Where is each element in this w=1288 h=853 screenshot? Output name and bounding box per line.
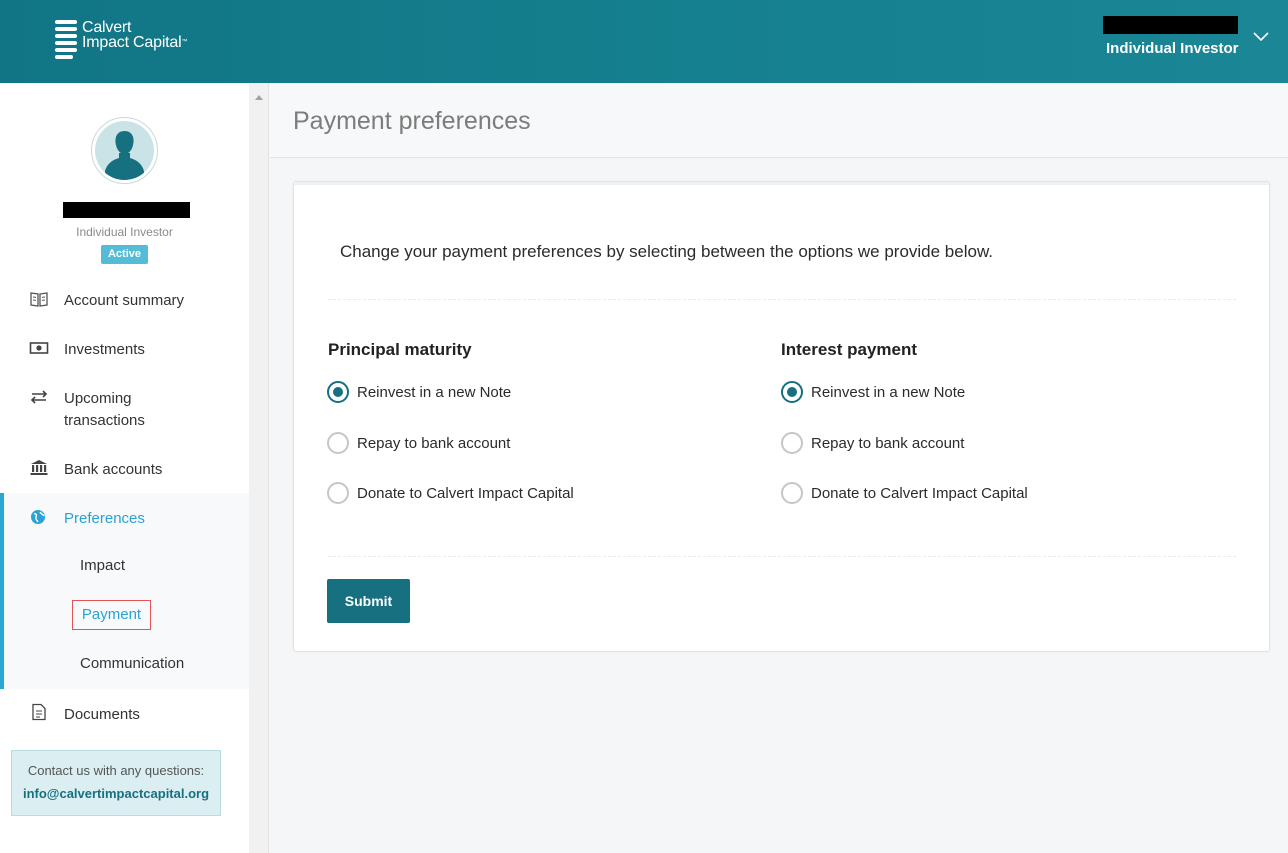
sidebar-item-label-line2: transactions	[64, 412, 145, 429]
divider	[328, 299, 1236, 300]
submit-button[interactable]: Submit	[327, 579, 410, 623]
payment-preferences-card: Change your payment preferences by selec…	[293, 181, 1270, 652]
bank-icon	[30, 460, 48, 475]
transfer-arrows-icon	[30, 390, 48, 404]
logo-text: Calvert Impact Capital™	[82, 19, 188, 51]
sidebar: Individual Investor Active Account summa…	[0, 83, 249, 853]
redacted-profile-name	[63, 202, 190, 218]
radio-label: Repay to bank account	[357, 434, 511, 452]
interest-option-donate[interactable]: Donate to Calvert Impact Capital	[781, 482, 1028, 504]
sidebar-scrollbar[interactable]	[249, 83, 269, 853]
radio-button[interactable]	[327, 482, 349, 504]
avatar	[91, 117, 158, 184]
sidebar-item-label: Account summary	[64, 292, 185, 309]
principal-option-reinvest[interactable]: Reinvest in a new Note	[327, 381, 511, 403]
radio-button[interactable]	[781, 381, 803, 403]
document-icon	[32, 703, 46, 721]
radio-label: Reinvest in a new Note	[357, 383, 512, 401]
divider	[328, 556, 1236, 557]
radio-label: Donate to Calvert Impact Capital	[811, 484, 1028, 502]
contact-email-link[interactable]: info@calvertimpactcapital.org	[12, 786, 220, 801]
top-header: Calvert Impact Capital™ Individual Inves…	[0, 0, 1288, 83]
logo-line2: Impact Capital	[82, 34, 182, 51]
principal-option-donate[interactable]: Donate to Calvert Impact Capital	[327, 482, 574, 504]
redacted-user-name	[1103, 16, 1238, 34]
radio-label: Reinvest in a new Note	[811, 383, 966, 401]
radio-label: Repay to bank account	[811, 434, 965, 452]
radio-button[interactable]	[781, 482, 803, 504]
sidebar-item-preferences[interactable]: Preferences	[0, 505, 249, 535]
page-header: Payment preferences	[270, 83, 1288, 158]
sidebar-item-label: Bank accounts	[64, 461, 163, 478]
sidebar-item-label: Investments	[64, 341, 145, 358]
subnav-impact[interactable]: Impact	[80, 557, 125, 574]
sidebar-item-label: Documents	[64, 706, 140, 723]
radio-button[interactable]	[781, 432, 803, 454]
principal-option-repay[interactable]: Repay to bank account	[327, 432, 510, 454]
radio-label: Donate to Calvert Impact Capital	[357, 484, 574, 502]
money-icon	[29, 342, 49, 354]
subnav-communication[interactable]: Communication	[80, 655, 184, 672]
radio-button[interactable]	[327, 381, 349, 403]
book-icon	[30, 292, 48, 307]
sidebar-item-documents[interactable]: Documents	[0, 701, 249, 731]
logo-waves-icon	[55, 20, 77, 59]
interest-option-reinvest[interactable]: Reinvest in a new Note	[781, 381, 965, 403]
sidebar-item-investments[interactable]: Investments	[0, 336, 249, 366]
status-badge: Active	[101, 245, 148, 264]
contact-label: Contact us with any questions:	[27, 763, 205, 778]
calvert-logo[interactable]: Calvert Impact Capital™	[55, 19, 188, 59]
scroll-up-arrow-icon[interactable]	[255, 95, 263, 100]
page-title: Payment preferences	[293, 107, 531, 135]
interest-option-repay[interactable]: Repay to bank account	[781, 432, 964, 454]
contact-box: Contact us with any questions: info@calv…	[11, 750, 221, 816]
logo-line1: Calvert	[82, 19, 132, 36]
header-user-role[interactable]: Individual Investor	[1106, 40, 1239, 57]
sidebar-item-account-summary[interactable]: Account summary	[0, 287, 249, 317]
interest-payment-title: Interest payment	[781, 340, 918, 359]
chevron-down-icon[interactable]	[1252, 28, 1270, 46]
sidebar-item-upcoming-transactions[interactable]: Upcoming transactions	[0, 385, 249, 435]
sidebar-item-bank-accounts[interactable]: Bank accounts	[0, 456, 249, 486]
user-silhouette-icon	[105, 131, 144, 180]
intro-text: Change your payment preferences by selec…	[340, 242, 994, 261]
sidebar-item-label: Preferences	[64, 510, 145, 527]
principal-maturity-title: Principal maturity	[328, 340, 472, 359]
subnav-payment[interactable]: Payment	[72, 600, 151, 630]
radio-button[interactable]	[327, 432, 349, 454]
sidebar-item-label-line1: Upcoming	[64, 390, 132, 407]
globe-icon	[31, 510, 45, 524]
profile-role: Individual Investor	[76, 225, 173, 239]
